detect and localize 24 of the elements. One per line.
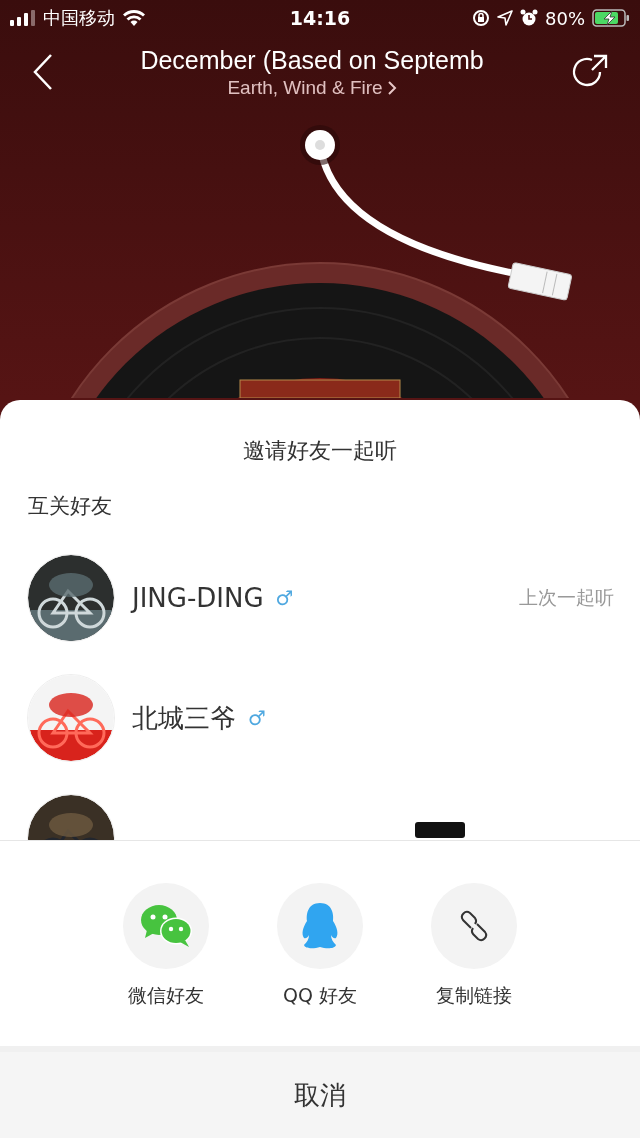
alarm-icon	[520, 9, 538, 27]
gender-symbol: ♂	[248, 706, 266, 730]
location-icon	[497, 10, 513, 26]
last-listened-note: 上次一起听	[519, 585, 614, 610]
carrier-name: 中国移动	[43, 6, 115, 30]
friend-name: JING-DING	[132, 583, 264, 613]
wifi-icon	[122, 9, 146, 27]
back-button[interactable]	[32, 53, 54, 91]
signal-icon	[10, 10, 36, 26]
chat-bubbles-icon	[139, 904, 193, 948]
rotation-lock-icon	[472, 9, 490, 27]
artist-link[interactable]: Earth, Wind & Fire	[227, 76, 397, 99]
friend-row[interactable]: 北城三爷 ♂	[0, 658, 640, 778]
battery-percent: 80%	[545, 7, 585, 29]
section-heading: 互关好友	[28, 493, 113, 520]
friend-name: 北城三爷	[132, 701, 236, 735]
song-title: December (Based on Septemb	[140, 45, 484, 75]
gender-symbol: ♂	[275, 586, 294, 610]
cancel-button[interactable]: 取消	[0, 1046, 640, 1138]
friend-row[interactable]: JING-DING ♂ 上次一起听	[0, 538, 640, 658]
chevron-right-icon	[386, 79, 397, 96]
status-time: 14:16	[289, 7, 351, 29]
battery-icon	[592, 9, 630, 27]
sheet-title: 邀请好友一起听	[242, 437, 398, 465]
